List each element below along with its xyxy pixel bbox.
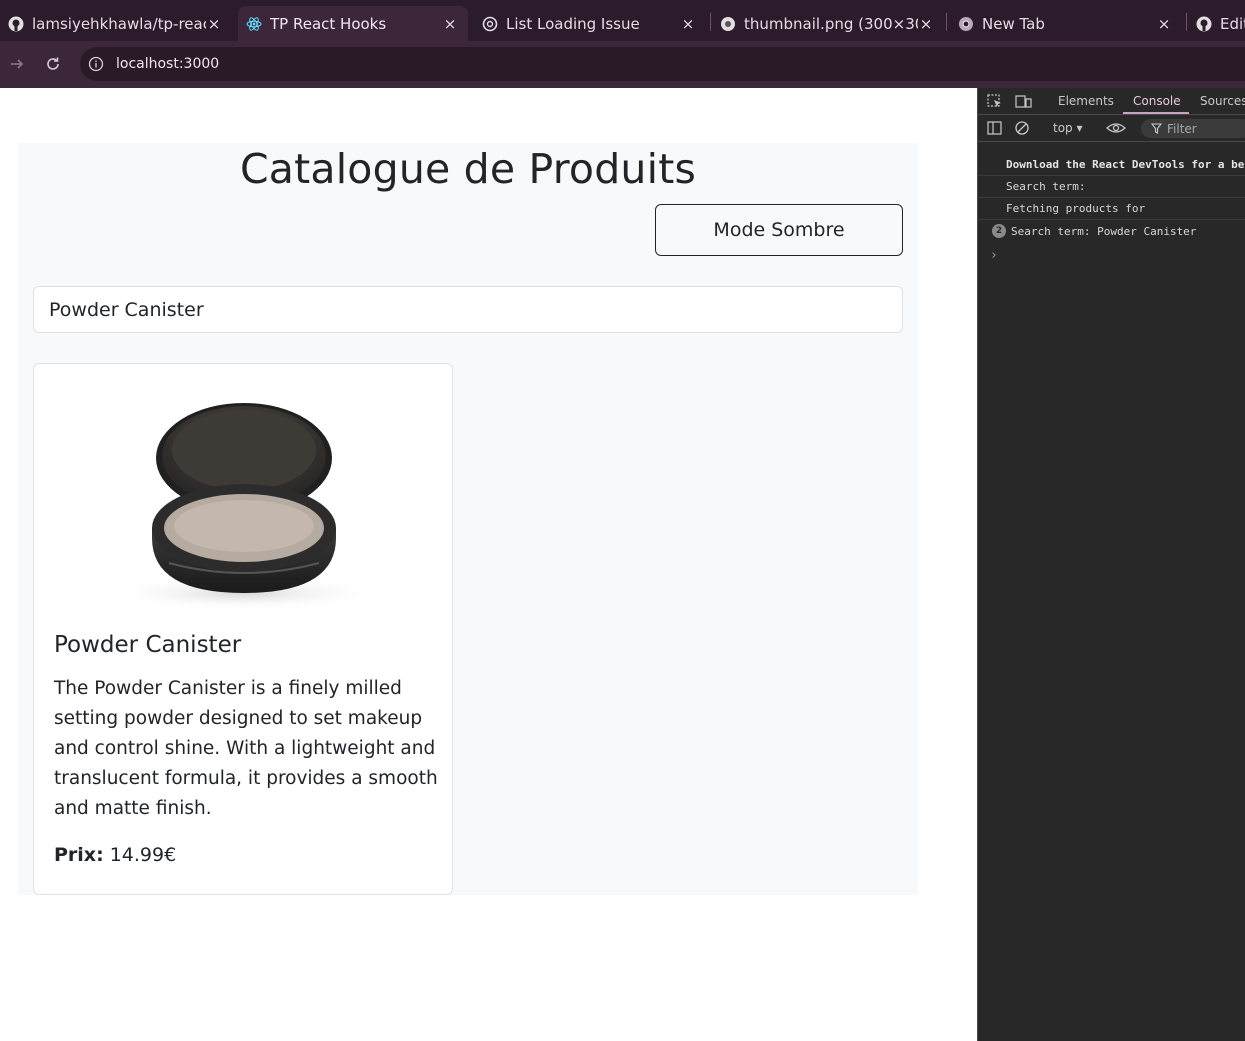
- info-icon[interactable]: [88, 56, 104, 72]
- devtools-panel: Elements Console Sources top ▾ Filter Do…: [977, 88, 1245, 1041]
- filter-icon: [1151, 123, 1162, 134]
- url-text: localhost:3000: [116, 56, 220, 72]
- close-icon[interactable]: ×: [206, 15, 222, 33]
- console-message: Download the React DevTools for a better: [978, 154, 1245, 176]
- reload-icon: [47, 57, 59, 70]
- console-prompt[interactable]: ›: [990, 248, 998, 263]
- console-filter-input[interactable]: Filter: [1141, 119, 1245, 138]
- filter-placeholder: Filter: [1167, 121, 1197, 136]
- github-icon: [1196, 16, 1212, 32]
- react-icon: [246, 16, 262, 32]
- eye-icon[interactable]: [1105, 120, 1127, 136]
- page-title: Catalogue de Produits: [239, 145, 697, 193]
- reload-button[interactable]: [40, 51, 66, 77]
- tab-title: lamsiyehkhawla/tp-react-: [32, 14, 206, 33]
- tab-thumbnail-png[interactable]: thumbnail.png (300×300) ×: [712, 6, 944, 41]
- tab-tp-react-hooks[interactable]: TP React Hooks ×: [238, 6, 468, 41]
- product-image: [104, 403, 384, 611]
- console-message-text: Search term: Powder Canister: [1011, 224, 1197, 238]
- device-toolbar-icon[interactable]: [1014, 93, 1032, 109]
- sidebar-toggle-icon[interactable]: [986, 120, 1004, 136]
- price-label: Prix:: [54, 844, 104, 866]
- product-price: Prix: 14.99€: [54, 844, 176, 866]
- tab-title: Edit: [1220, 14, 1245, 33]
- tab-list-loading-issue[interactable]: List Loading Issue ×: [474, 6, 706, 41]
- catalogue-container: Catalogue de Produits Mode Sombre Powder…: [18, 143, 918, 895]
- product-title: Powder Canister: [54, 632, 242, 658]
- console-message: Fetching products for: [978, 198, 1245, 220]
- close-icon[interactable]: ×: [918, 15, 934, 33]
- product-card: Powder Canister The Powder Canister is a…: [33, 363, 453, 895]
- browser-tab-strip: lamsiyehkhawla/tp-react- × TP React Hook…: [0, 0, 1245, 41]
- tab-edit[interactable]: Edit: [1188, 6, 1245, 41]
- tab-elements[interactable]: Elements: [1058, 94, 1114, 108]
- close-icon[interactable]: ×: [680, 15, 696, 33]
- tab-title: thumbnail.png (300×300): [744, 14, 918, 33]
- tab-github-repo[interactable]: lamsiyehkhawla/tp-react- ×: [0, 6, 232, 41]
- close-icon[interactable]: ×: [442, 15, 458, 33]
- devtools-tabbar: Elements Console Sources: [978, 88, 1245, 115]
- tab-separator: [710, 13, 711, 31]
- clear-console-icon[interactable]: [1014, 120, 1032, 136]
- console-log-list: Download the React DevTools for a better…: [978, 154, 1245, 242]
- active-tab-indicator: [1123, 112, 1189, 114]
- console-message-grouped: 2 Search term: Powder Canister: [978, 220, 1245, 242]
- tab-new-tab[interactable]: New Tab ×: [950, 6, 1182, 41]
- tab-title: TP React Hooks: [270, 14, 387, 33]
- repeat-count-badge: 2: [992, 224, 1006, 238]
- forward-button[interactable]: [4, 51, 30, 77]
- arrow-right-icon: [11, 59, 24, 69]
- product-description: The Powder Canister is a finely milled s…: [54, 678, 438, 819]
- close-icon[interactable]: ×: [1156, 15, 1172, 33]
- github-icon: [8, 16, 24, 32]
- console-message: Search term:: [978, 176, 1245, 198]
- openai-icon: [482, 16, 498, 32]
- tab-title: List Loading Issue: [506, 14, 640, 33]
- tab-separator: [1186, 13, 1187, 31]
- chrome-icon: [958, 16, 974, 32]
- price-value: 14.99€: [103, 844, 177, 866]
- web-page: Catalogue de Produits Mode Sombre Powder…: [0, 88, 977, 1041]
- context-selector[interactable]: top ▾: [1053, 121, 1083, 135]
- tab-separator: [946, 13, 947, 31]
- inspect-element-icon[interactable]: [986, 93, 1004, 109]
- tab-console[interactable]: Console: [1133, 94, 1181, 108]
- tab-sources[interactable]: Sources: [1200, 94, 1245, 108]
- image-icon: [720, 16, 736, 32]
- address-bar[interactable]: localhost:3000: [80, 47, 1245, 81]
- tab-title: New Tab: [982, 14, 1045, 33]
- search-input[interactable]: Powder Canister: [33, 286, 903, 333]
- dark-mode-button[interactable]: Mode Sombre: [655, 204, 903, 256]
